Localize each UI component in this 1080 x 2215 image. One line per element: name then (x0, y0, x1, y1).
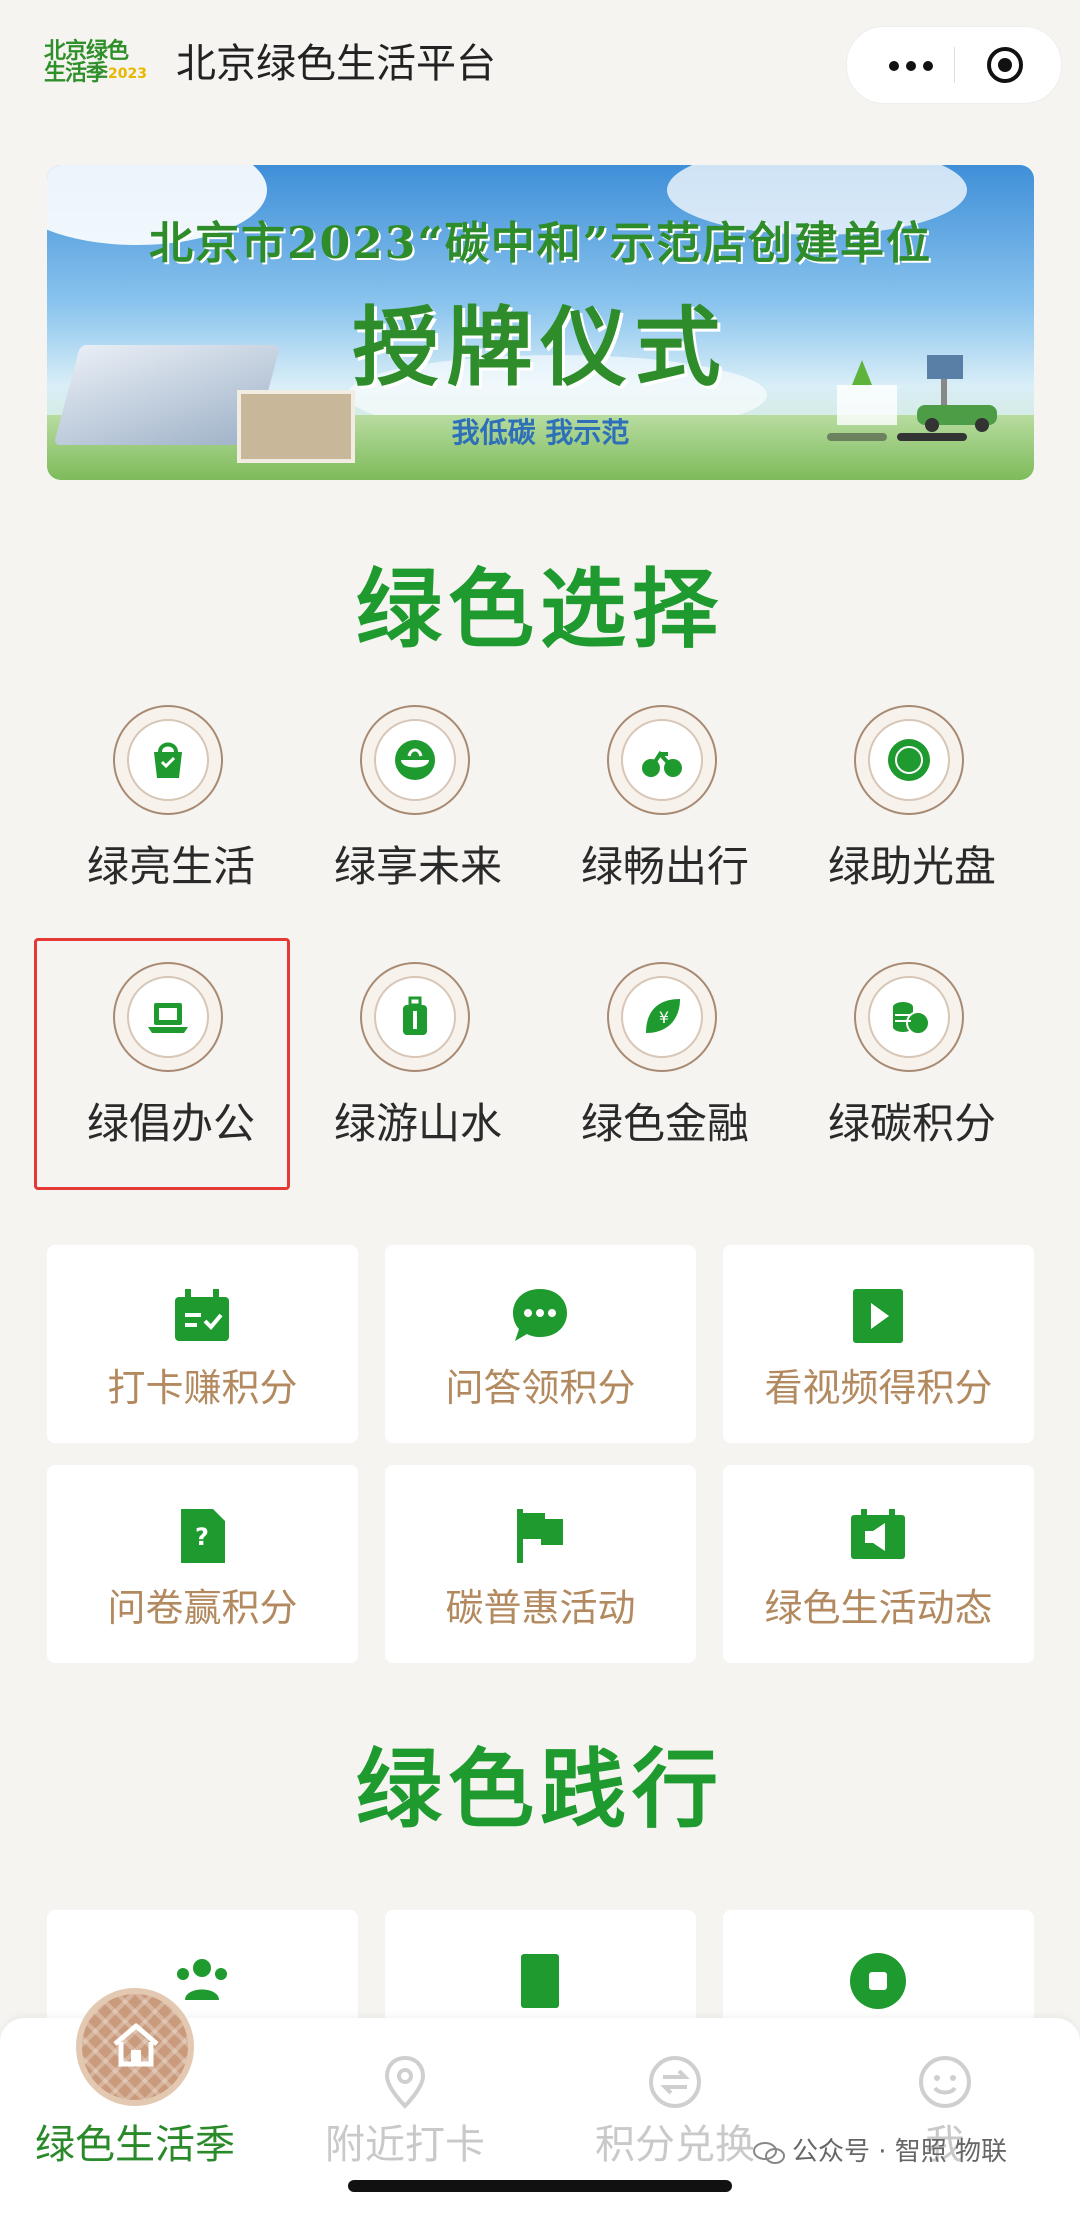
green-choice-title: 绿色选择 (356, 560, 724, 660)
wechat-icon (753, 2141, 785, 2164)
bowl-icon (395, 740, 435, 780)
grid-item-label: 绿畅出行 (580, 842, 749, 891)
card-label: 问答领积分 (445, 1366, 636, 1410)
grid-item-lvyou-shanshui[interactable]: 绿游山水 (294, 962, 542, 1192)
tab-me[interactable]: 我 (810, 2018, 1080, 2215)
calendar-check-icon (175, 1289, 229, 1341)
tab-label: 绿色生活季 (35, 2122, 235, 2168)
chat-bubble-icon (513, 1289, 567, 1341)
grid-item-lvchang-chuxing[interactable]: 绿畅出行 (541, 705, 789, 935)
card-label: 打卡赚积分 (107, 1366, 298, 1410)
card-label: 问卷赢积分 (107, 1586, 298, 1630)
card-survey-points[interactable]: ? 问卷赢积分 (47, 1465, 358, 1663)
grid-item-label: 绿助光盘 (827, 842, 996, 891)
banner-slogan: 我低碳 我示范 (451, 416, 630, 449)
exchange-icon (649, 2056, 701, 2108)
grid-item-label: 绿色金融 (580, 1099, 749, 1148)
yuan-leaf-icon: ¥ (646, 999, 680, 1033)
tab-green-life-season[interactable]: 绿色生活季 (0, 1988, 270, 2215)
more-options-icon[interactable] (879, 47, 943, 83)
book-icon (521, 1954, 559, 2008)
home-badge (76, 1988, 194, 2106)
card-label: 绿色生活动态 (764, 1586, 993, 1630)
close-miniprogram-icon[interactable] (985, 45, 1025, 85)
grid-item-lvtan-jifen[interactable]: 绿碳积分 (788, 962, 1036, 1192)
top-header: 北京绿色 生活季 2023 北京绿色生活平台 (0, 0, 1080, 140)
question-doc-icon: ? (181, 1509, 225, 1563)
grid-item-label: 绿享未来 (333, 842, 502, 891)
logo-year: 2023 (108, 66, 147, 82)
svg-text:¥: ¥ (659, 1008, 669, 1027)
play-video-icon (853, 1289, 903, 1343)
grid-item-label: 绿游山水 (333, 1099, 502, 1148)
card-quiz-points[interactable]: 问答领积分 (385, 1245, 696, 1443)
flag-icon (517, 1509, 563, 1563)
watermark: 公众号 · 智照 物联 (752, 2134, 1007, 2170)
grid-item-lvliang-shenghuo[interactable]: 绿亮生活 (47, 705, 295, 935)
app-title: 北京绿色生活平台 (176, 41, 496, 87)
location-pin-icon (384, 2055, 426, 2109)
green-practice-title: 绿色践行 (356, 1740, 724, 1840)
smile-icon (919, 2056, 971, 2108)
card-label: 碳普惠活动 (445, 1586, 636, 1630)
grid-item-lvxiang-weilai[interactable]: 绿享未来 (294, 705, 542, 935)
card-label: 看视频得积分 (764, 1366, 993, 1410)
capsule-divider (954, 47, 955, 83)
stop-circle-icon (850, 1953, 906, 2009)
miniprogram-capsule (846, 26, 1062, 104)
watermark-text: 公众号 · 智照 物联 (792, 2137, 1008, 2167)
coins-icon (893, 1002, 930, 1035)
svg-text:?: ? (195, 1523, 209, 1551)
card-carbon-activity[interactable]: 碳普惠活动 (385, 1465, 696, 1663)
grid-item-label: 绿亮生活 (86, 842, 255, 891)
people-icon (177, 1959, 227, 2000)
grid-item-lvzhu-guangpan[interactable]: 绿助光盘 (788, 705, 1036, 935)
app-logo: 北京绿色 生活季 2023 (44, 40, 164, 88)
plate-icon (888, 739, 930, 781)
suitcase-icon (403, 996, 427, 1035)
megaphone-icon (851, 1509, 905, 1559)
bicycle-icon (642, 750, 682, 777)
card-video-points[interactable]: 看视频得积分 (723, 1245, 1034, 1443)
logo-line2: 生活季 (44, 61, 108, 86)
card-green-news[interactable]: 绿色生活动态 (723, 1465, 1034, 1663)
shopping-bag-icon (154, 742, 182, 778)
banner-main-title: 授牌仪式 (352, 297, 729, 398)
home-icon (113, 2023, 159, 2067)
card-checkin-points[interactable]: 打卡赚积分 (47, 1245, 358, 1443)
home-indicator (348, 2180, 732, 2192)
grid-item-label: 绿碳积分 (827, 1099, 996, 1148)
grid-item-lvse-jinrong[interactable]: ¥ 绿色金融 (541, 962, 789, 1192)
promo-banner[interactable]: 北京市2023“碳中和”示范店创建单位 授牌仪式 我低碳 我示范 (47, 165, 1034, 480)
carousel-indicator[interactable] (827, 433, 977, 443)
tab-label: 附近打卡 (325, 2122, 485, 2168)
highlight-box (34, 938, 290, 1190)
banner-headline: 北京市2023“碳中和”示范店创建单位 (148, 218, 933, 269)
